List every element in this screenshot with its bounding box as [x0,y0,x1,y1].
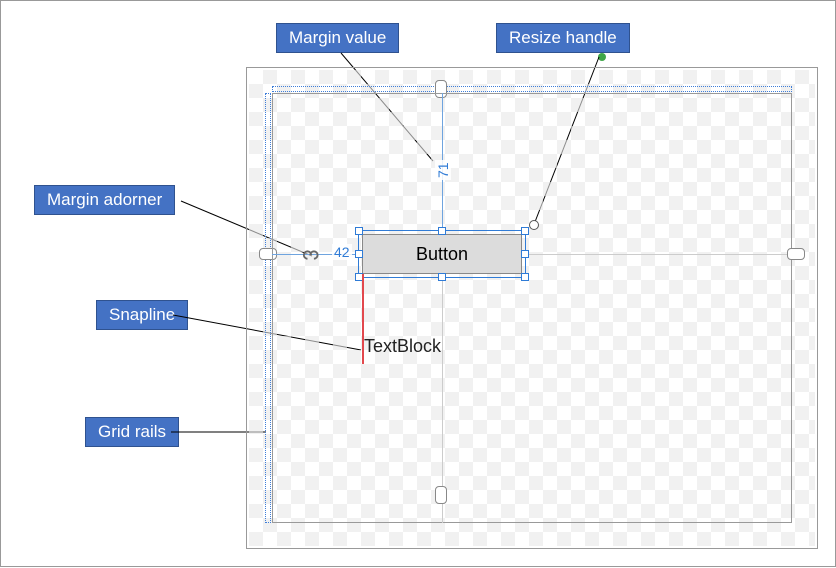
callout-grid-rails: Grid rails [85,417,179,447]
margin-adorner-icon[interactable] [302,244,324,266]
resize-handle-dot [598,53,606,61]
rotate-handle[interactable] [529,220,539,230]
designer-button-label: Button [416,244,468,265]
grid-column-splitter-bottom[interactable] [435,486,447,504]
callout-margin-adorner: Margin adorner [34,185,175,215]
designer-surface: 71 42 Button TextBlock [246,67,818,549]
designer-button[interactable]: Button [362,234,522,274]
window-outline [272,93,792,523]
margin-value-top: 71 [435,160,451,180]
callout-snapline: Snapline [96,300,188,330]
grid-rail-left[interactable] [265,93,271,523]
designer-textblock[interactable]: TextBlock [364,336,441,357]
grid-rail-top[interactable] [272,86,792,92]
margin-value-left: 42 [332,244,352,260]
callout-resize-handle: Resize handle [496,23,630,53]
grid-row-splitter-right[interactable] [787,248,805,260]
callout-margin-value: Margin value [276,23,399,53]
